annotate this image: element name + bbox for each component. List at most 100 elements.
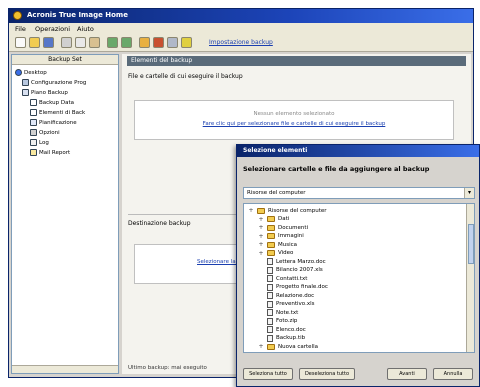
expand-icon[interactable]: +	[258, 216, 264, 223]
tree-item-elementi[interactable]: Elementi di Back	[30, 109, 85, 116]
select-items-dialog: Selezione elementi Selezionare cartelle …	[236, 144, 480, 387]
file-tree-item[interactable]: + Immagini	[258, 233, 304, 240]
cancel-button[interactable]: Annulla	[433, 368, 473, 380]
new-icon[interactable]	[15, 37, 26, 48]
tree-item-opzioni[interactable]: Opzioni	[30, 129, 60, 136]
file-icon	[267, 283, 273, 291]
file-tree-item[interactable]: Progetto finale.doc	[258, 283, 328, 291]
chevron-down-icon[interactable]: ▾	[464, 188, 474, 198]
undo-icon[interactable]	[107, 37, 118, 48]
file-tree-item-label: Musica	[278, 241, 298, 248]
tree-header: Backup Set	[12, 55, 118, 65]
file-tree: + Risorse del computer + Dati + Documenti + Imm…	[243, 203, 475, 353]
file-tree-item-label: Video	[278, 250, 294, 256]
select-files-link[interactable]: Fare clic qui per selezionare file e car…	[135, 121, 453, 127]
file-tree-item[interactable]: + Risorse del computer	[248, 207, 327, 214]
menu-bar: File Operazioni Aiuto	[9, 23, 473, 34]
expand-icon[interactable]: +	[258, 224, 264, 231]
expand-icon[interactable]: +	[258, 233, 264, 240]
file-tree-item-label: Relazione.doc	[276, 292, 315, 299]
select-all-button[interactable]: Seleziona tutto	[243, 368, 293, 380]
expand-icon[interactable]: +	[258, 241, 264, 248]
menu-file[interactable]: File	[15, 25, 26, 33]
expand-icon[interactable]: +	[258, 343, 264, 350]
open-icon[interactable]	[29, 37, 40, 48]
menu-aiuto[interactable]: Aiuto	[77, 25, 94, 33]
backup-icon[interactable]	[139, 37, 150, 48]
file-tree-item-label: Dati	[278, 216, 290, 222]
file-tree-item-label: Backup.tib	[276, 335, 306, 341]
calendar-icon	[30, 119, 37, 126]
file-tree-item[interactable]: Contatti.txt	[258, 275, 307, 282]
file-tree-item[interactable]: + Musica	[258, 241, 297, 248]
tree-item-configurazione[interactable]: Configurazione Prog	[22, 79, 86, 86]
file-icon	[267, 258, 273, 265]
paste-icon[interactable]	[89, 37, 100, 48]
restore-icon[interactable]	[153, 37, 164, 48]
file-tree-item[interactable]: + Documenti	[258, 224, 308, 231]
location-combo[interactable]: Risorse del computer ▾	[243, 187, 475, 199]
file-icon	[267, 317, 273, 325]
file-tree-item-label: Immagini	[278, 233, 304, 239]
document-icon	[30, 99, 37, 106]
file-tree-item-label: Documenti	[278, 224, 309, 231]
file-tree-item-label: Nuova cartella	[278, 343, 318, 350]
files-empty-text: Nessun elemento selezionato	[253, 111, 335, 117]
expand-icon[interactable]: +	[258, 250, 264, 257]
file-tree-item[interactable]: + Dati	[258, 216, 289, 223]
tree-item-pianificazione[interactable]: Pianificazione	[30, 119, 77, 126]
file-tree-item[interactable]: Lettera Marzo.doc	[258, 258, 326, 265]
log-icon	[30, 139, 37, 146]
scroll-thumb[interactable]	[468, 224, 474, 264]
dialog-title[interactable]: Selezione elementi	[237, 145, 479, 157]
folder-icon	[267, 250, 275, 256]
file-tree-item[interactable]: Foto.zip	[258, 317, 298, 325]
tree-item-mail-report[interactable]: Mail Report	[30, 149, 70, 156]
redo-icon[interactable]	[121, 37, 132, 48]
file-icon	[267, 266, 273, 274]
options-icon	[30, 129, 37, 136]
file-tree-item[interactable]: Backup.tib	[258, 334, 306, 342]
file-icon	[267, 275, 273, 282]
file-icon	[267, 326, 273, 333]
tree-item-desktop[interactable]: Desktop	[15, 69, 47, 76]
file-tree-item[interactable]: + Nuova cartella	[258, 343, 318, 350]
copy-icon[interactable]	[75, 37, 86, 48]
help-icon[interactable]	[181, 37, 192, 48]
file-tree-item[interactable]: Elenco.doc	[258, 326, 306, 333]
menu-operazioni[interactable]: Operazioni	[35, 25, 70, 33]
file-tree-item[interactable]: Relazione.doc	[258, 292, 314, 299]
file-tree-item[interactable]: Preventivo.xls	[258, 300, 315, 308]
folder-icon	[267, 343, 275, 350]
file-tree-item[interactable]: Bilancio 2007.xls	[258, 266, 323, 274]
tree-horizontal-scrollbar[interactable]	[12, 365, 118, 373]
clear-all-button[interactable]: Deseleziona tutto	[299, 368, 355, 380]
file-tree-scrollbar[interactable]	[466, 204, 474, 352]
app-icon	[13, 11, 22, 20]
mail-icon	[30, 149, 37, 156]
cut-icon[interactable]	[61, 37, 72, 48]
file-tree-item-label: Bilancio 2007.xls	[276, 267, 323, 273]
file-icon	[267, 309, 273, 316]
backup-settings-link[interactable]: Impostazione backup	[209, 39, 273, 46]
file-tree-item-label: Risorse del computer	[268, 207, 327, 214]
document-icon	[30, 109, 37, 116]
window-title: Acronis True Image Home	[27, 11, 128, 19]
tree-item-log[interactable]: Log	[30, 139, 49, 146]
save-icon[interactable]	[43, 37, 54, 48]
file-tree-item-label: Foto.zip	[276, 318, 298, 324]
title-bar[interactable]: Acronis True Image Home	[9, 9, 473, 23]
tree-item-piano-backup[interactable]: Piano Backup	[22, 89, 68, 96]
file-tree-item-label: Preventivo.xls	[276, 301, 315, 307]
location-combo-value: Risorse del computer	[247, 190, 306, 196]
file-tree-item-label: Contatti.txt	[276, 275, 308, 282]
config-icon	[22, 79, 29, 86]
find-icon[interactable]	[167, 37, 178, 48]
file-tree-item[interactable]: Note.txt	[258, 309, 298, 316]
expand-icon[interactable]: +	[248, 207, 254, 214]
next-button[interactable]: Avanti	[387, 368, 427, 380]
file-tree-item[interactable]: + Video	[258, 250, 293, 257]
tree-item-backup-data[interactable]: Backup Data	[30, 99, 74, 106]
folder-icon	[267, 233, 275, 239]
folder-icon	[257, 207, 265, 214]
